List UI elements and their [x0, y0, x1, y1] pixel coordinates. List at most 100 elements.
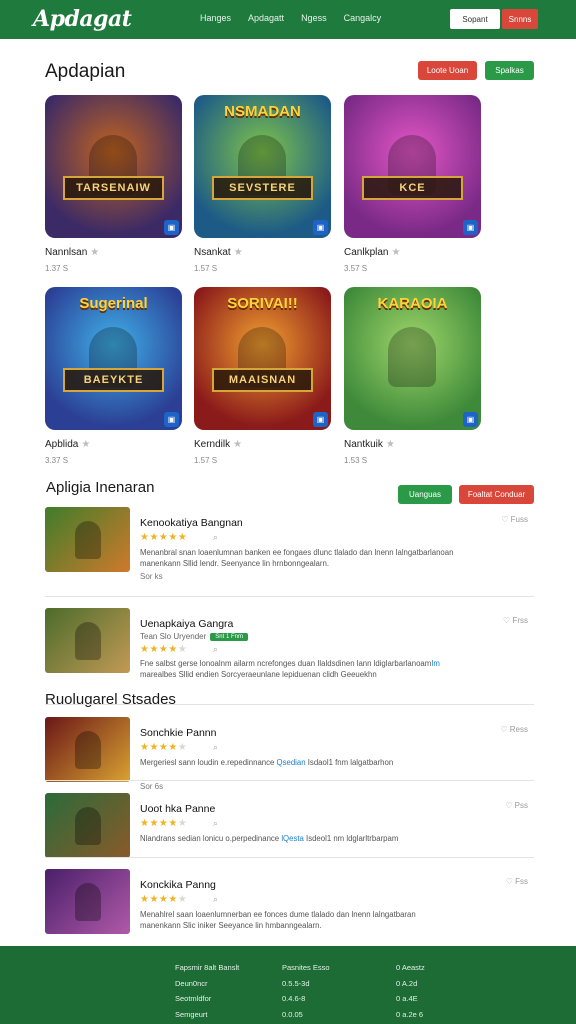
desc-link[interactable]: lQesta	[281, 834, 304, 843]
favorite-star-icon[interactable]: ★	[391, 247, 400, 258]
item-comments[interactable]: ♡ Ress	[500, 725, 528, 734]
thumbnail-title-art: Sugerinal	[79, 295, 148, 312]
header-button-light[interactable]: Sopant	[450, 9, 500, 29]
item-comments[interactable]: ♡ Fss	[506, 877, 528, 886]
row-divider	[45, 704, 534, 705]
game-name[interactable]: Kerndilk	[194, 439, 230, 450]
game-name[interactable]: Apblida	[45, 439, 78, 450]
favorite-star-icon[interactable]: ★	[386, 439, 395, 450]
list-item[interactable]: Uoot hka Panne ★★★★★ ⌕ Nlandrans sedian …	[45, 793, 534, 863]
game-meta: 3.37 S	[45, 456, 69, 465]
item-description: Menanbral snan loaenlumnan banken ee fon…	[140, 547, 540, 569]
game-thumbnail[interactable]: Sugerinal BAEYKTE ▣	[45, 287, 182, 430]
row-divider	[45, 857, 534, 858]
footer-link[interactable]: 0 A.2d	[396, 976, 425, 992]
item-comments[interactable]: ♡ Fuss	[501, 515, 528, 524]
footer-link[interactable]: Deun0ncr	[175, 976, 239, 992]
header-button-red[interactable]: Snnns	[502, 9, 538, 29]
list1-green-button[interactable]: Uanguas	[398, 485, 452, 504]
list-item[interactable]: Uenapkaiya Gangra Tean Slo Uryender Snt 1…	[45, 608, 534, 679]
item-thumbnail[interactable]	[45, 608, 130, 673]
featured-red-button[interactable]: Loote Uoan	[418, 61, 477, 80]
game-name[interactable]: Nsankat	[194, 247, 231, 258]
game-tile[interactable]: Sugerinal BAEYKTE ▣ Apblida ★ 3.37 S	[45, 287, 182, 465]
favorite-star-icon[interactable]: ★	[233, 439, 242, 450]
search-icon[interactable]: ⌕	[213, 894, 218, 905]
footer-link[interactable]: Semgeurt	[175, 1007, 239, 1023]
nav-link-1[interactable]: Hanges	[200, 13, 231, 23]
footer-link[interactable]: 0.4.6-8	[282, 991, 330, 1007]
featured-section-title: Apdapian	[45, 61, 126, 82]
game-meta: 1.53 S	[344, 456, 368, 465]
thumbnail-title-art: KARAOIA	[377, 295, 448, 312]
footer-link[interactable]: 0 a.4E	[396, 991, 425, 1007]
game-tile[interactable]: NSMADAN SEVSTERE ▣ Nsankat ★ 1.57 S	[194, 95, 331, 273]
site-logo[interactable]: Apdagat	[33, 6, 132, 32]
item-title[interactable]: Konckika Panng	[140, 879, 216, 891]
item-comments[interactable]: ♡ Frss	[503, 616, 528, 625]
desc-link[interactable]: Qsedian	[277, 758, 306, 767]
platform-badge-icon: ▣	[463, 412, 478, 427]
footer-link[interactable]: Pasnites Esso	[282, 960, 330, 976]
rating-stars: ★★★★★	[140, 894, 188, 905]
footer-link[interactable]: 0.5.5-3d	[282, 976, 330, 992]
game-meta: 1.37 S	[45, 264, 69, 273]
search-icon[interactable]: ⌕	[213, 644, 218, 655]
favorite-star-icon[interactable]: ★	[234, 247, 243, 258]
rating-stars: ★★★★★	[140, 818, 188, 829]
game-thumbnail[interactable]: KCE ▣	[344, 95, 481, 238]
comment-count: Frss	[512, 616, 528, 625]
item-tag: Snt 1 Fnm	[210, 632, 248, 641]
tile-name-wrap: Kerndilk ★	[194, 439, 242, 450]
featured-green-button[interactable]: Spalkas	[485, 61, 534, 80]
list1-red-button[interactable]: Foaltat Conduar	[459, 485, 534, 504]
character-figure	[388, 327, 436, 387]
game-thumbnail[interactable]: SORIVAI!! MAAISNAN ▣	[194, 287, 331, 430]
game-name[interactable]: Nantkuik	[344, 439, 383, 450]
nav-link-4[interactable]: Cangalcy	[344, 13, 382, 23]
item-title[interactable]: Sonchkie Pannn	[140, 727, 216, 739]
game-tile[interactable]: SORIVAI!! MAAISNAN ▣ Kerndilk ★ 1.57 S	[194, 287, 331, 465]
comment-count: Pss	[514, 801, 528, 810]
list-item[interactable]: Kenookatiya Bangnan ★★★★★ ⌕ Menanbral sn…	[45, 507, 534, 581]
game-name[interactable]: Canlkplan	[344, 247, 388, 258]
favorite-star-icon[interactable]: ★	[81, 439, 90, 450]
item-thumbnail[interactable]	[45, 717, 130, 782]
tile-name-wrap: Nannlsan ★	[45, 247, 99, 258]
search-icon[interactable]: ⌕	[213, 818, 218, 829]
footer-link[interactable]: Seotmldfor	[175, 991, 239, 1007]
desc-line-1: Menahlrel saan loaenlumnerban ee fonces …	[140, 910, 416, 919]
item-thumbnail[interactable]	[45, 793, 130, 858]
game-thumbnail[interactable]: NSMADAN SEVSTERE ▣	[194, 95, 331, 238]
item-title[interactable]: Uoot hka Panne	[140, 803, 215, 815]
favorite-star-icon[interactable]: ★	[90, 247, 99, 258]
desc-link[interactable]: Im	[431, 659, 440, 668]
list-item[interactable]: Konckika Panng ★★★★★ ⌕ Menahlrel saan lo…	[45, 869, 534, 939]
game-thumbnail[interactable]: KARAOIA ▣	[344, 287, 481, 430]
item-comments[interactable]: ♡ Pss	[505, 801, 528, 810]
game-tile[interactable]: TARSENAIW ▣ Nannlsan ★ 1.37 S	[45, 95, 182, 273]
game-thumbnail[interactable]: TARSENAIW ▣	[45, 95, 182, 238]
game-tile[interactable]: KARAOIA ▣ Nantkuik ★ 1.53 S	[344, 287, 481, 465]
list-item[interactable]: Sonchkie Pannn ★★★★★ ⌕ Mergeriesl sann l…	[45, 717, 534, 791]
footer-link[interactable]: 0.0.05	[282, 1007, 330, 1023]
main-nav: Hanges Apdagatt Ngess Cangalcy	[200, 13, 398, 23]
nav-link-2[interactable]: Apdagatt	[248, 13, 284, 23]
thumbnail-banner: TARSENAIW	[63, 176, 164, 200]
footer-link[interactable]: 0 Aeastz	[396, 960, 425, 976]
search-icon[interactable]: ⌕	[213, 532, 218, 543]
platform-badge-icon: ▣	[463, 220, 478, 235]
comment-icon: ♡	[505, 801, 515, 810]
game-meta: 1.57 S	[194, 456, 218, 465]
nav-link-3[interactable]: Ngess	[301, 13, 327, 23]
row-divider	[45, 596, 534, 597]
footer-link[interactable]: Fapsmir 8alt Banslt	[175, 960, 239, 976]
item-thumbnail[interactable]	[45, 869, 130, 934]
search-icon[interactable]: ⌕	[213, 742, 218, 753]
game-tile[interactable]: KCE ▣ Canlkplan ★ 3.57 S	[344, 95, 481, 273]
item-title[interactable]: Kenookatiya Bangnan	[140, 517, 243, 529]
footer-link[interactable]: 0 a.2e 6	[396, 1007, 425, 1023]
item-title[interactable]: Uenapkaiya Gangra	[140, 618, 233, 630]
game-name[interactable]: Nannlsan	[45, 247, 87, 258]
item-thumbnail[interactable]	[45, 507, 130, 572]
